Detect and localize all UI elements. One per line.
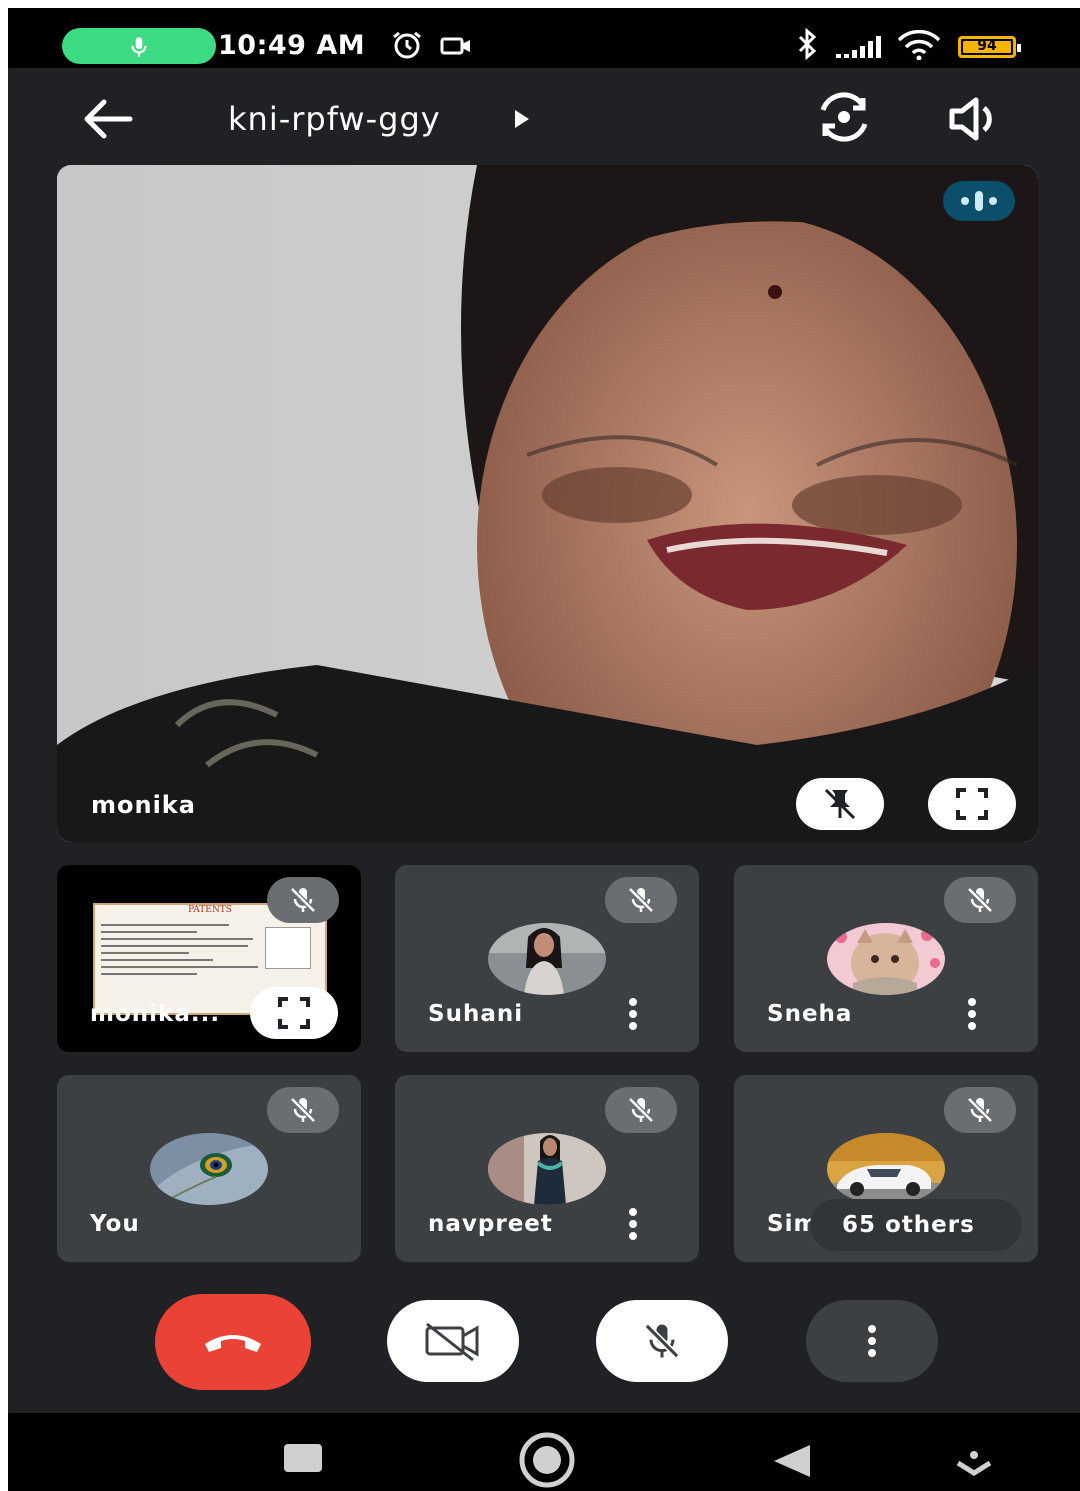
- mute-indicator: [605, 877, 677, 923]
- battery-indicator: 94: [958, 36, 1021, 58]
- participant-tile[interactable]: Suhani: [395, 865, 699, 1052]
- video-recording-icon: [440, 37, 470, 55]
- unpin-button[interactable]: [796, 778, 884, 830]
- main-participant-name: monika: [91, 791, 196, 819]
- others-count-label: 65 others: [842, 1212, 975, 1238]
- others-count-badge[interactable]: 65 others: [810, 1199, 1022, 1251]
- mic-off-icon: [290, 887, 316, 913]
- alarm-icon: [393, 31, 421, 59]
- participant-tile[interactable]: navpreet: [395, 1075, 699, 1262]
- expand-presentation-button[interactable]: [250, 987, 338, 1039]
- fullscreen-icon: [956, 788, 988, 820]
- camera-off-icon: [425, 1322, 479, 1362]
- microphone-icon: [131, 37, 147, 57]
- participant-tile[interactable]: Sneha: [734, 865, 1038, 1052]
- bluetooth-icon: [798, 28, 817, 60]
- home-icon[interactable]: [518, 1431, 576, 1489]
- keyboard-hide-icon[interactable]: [956, 1449, 992, 1479]
- signal-icon: [836, 36, 881, 58]
- speaker-icon[interactable]: [948, 94, 1004, 144]
- speaking-indicator: [943, 181, 1015, 221]
- mute-indicator: [944, 877, 1016, 923]
- clock: 10:49 AM: [218, 30, 366, 61]
- mic-off-icon: [967, 887, 993, 913]
- avatar: [488, 1133, 606, 1205]
- mic-in-use-indicator: [62, 28, 216, 64]
- more-options-button[interactable]: [806, 1300, 938, 1382]
- microphone-toggle-button[interactable]: [596, 1300, 728, 1382]
- back-arrow-icon[interactable]: [78, 94, 136, 144]
- tile-name: You: [90, 1211, 140, 1237]
- meeting-code[interactable]: kni-rpfw-ggy: [228, 100, 441, 138]
- mute-indicator: [605, 1087, 677, 1133]
- mic-off-icon: [628, 1097, 654, 1123]
- end-call-icon: [205, 1335, 261, 1352]
- battery-level: 94: [977, 38, 997, 54]
- status-bar: 10:49 AM 94: [8, 8, 1080, 68]
- more-vert-icon: [868, 1325, 876, 1357]
- switch-camera-icon[interactable]: [814, 90, 874, 144]
- unpin-icon: [824, 788, 856, 820]
- avatar: [827, 1133, 945, 1205]
- slide-text-lines: [101, 919, 261, 980]
- mic-off-icon: [628, 887, 654, 913]
- fullscreen-button[interactable]: [928, 778, 1016, 830]
- mute-indicator: [267, 1087, 339, 1133]
- mute-indicator: [944, 1087, 1016, 1133]
- main-video-feed[interactable]: monika: [57, 165, 1038, 842]
- slide-image: [265, 927, 311, 969]
- tile-name: monika...: [90, 1001, 221, 1027]
- audio-level-icon: [961, 191, 997, 211]
- more-vert-icon[interactable]: [962, 997, 982, 1031]
- top-app-bar: kni-rpfw-ggy: [8, 68, 1080, 168]
- more-vert-icon[interactable]: [623, 1207, 643, 1241]
- end-call-button[interactable]: [155, 1294, 311, 1390]
- participant-tile-presentation[interactable]: PATENTS monika...: [57, 865, 361, 1052]
- back-nav-icon[interactable]: [772, 1443, 812, 1479]
- avatar: [150, 1133, 268, 1205]
- recents-icon[interactable]: [283, 1443, 323, 1473]
- more-vert-icon[interactable]: [623, 997, 643, 1031]
- fullscreen-icon: [278, 997, 310, 1029]
- participant-video: [57, 165, 1038, 842]
- mic-off-icon: [644, 1323, 680, 1359]
- mic-off-icon: [967, 1097, 993, 1123]
- mic-off-icon: [290, 1097, 316, 1123]
- play-arrow-icon[interactable]: [513, 108, 531, 130]
- meet-call-screen: 10:49 AM 94 kni-rpfw-ggy monika PATENTS …: [8, 8, 1080, 1491]
- participant-tile-overflow[interactable]: Simran 65 others: [734, 1075, 1038, 1262]
- camera-toggle-button[interactable]: [387, 1300, 519, 1382]
- tile-name: Suhani: [428, 1001, 524, 1027]
- participant-tile-self[interactable]: You: [57, 1075, 361, 1262]
- avatar: [488, 923, 606, 995]
- avatar: [827, 923, 945, 995]
- tile-name: navpreet: [428, 1211, 553, 1237]
- tile-name: Sneha: [767, 1001, 853, 1027]
- wifi-icon: [897, 30, 941, 60]
- mute-indicator: [267, 877, 339, 923]
- system-navigation-bar: [8, 1413, 1080, 1491]
